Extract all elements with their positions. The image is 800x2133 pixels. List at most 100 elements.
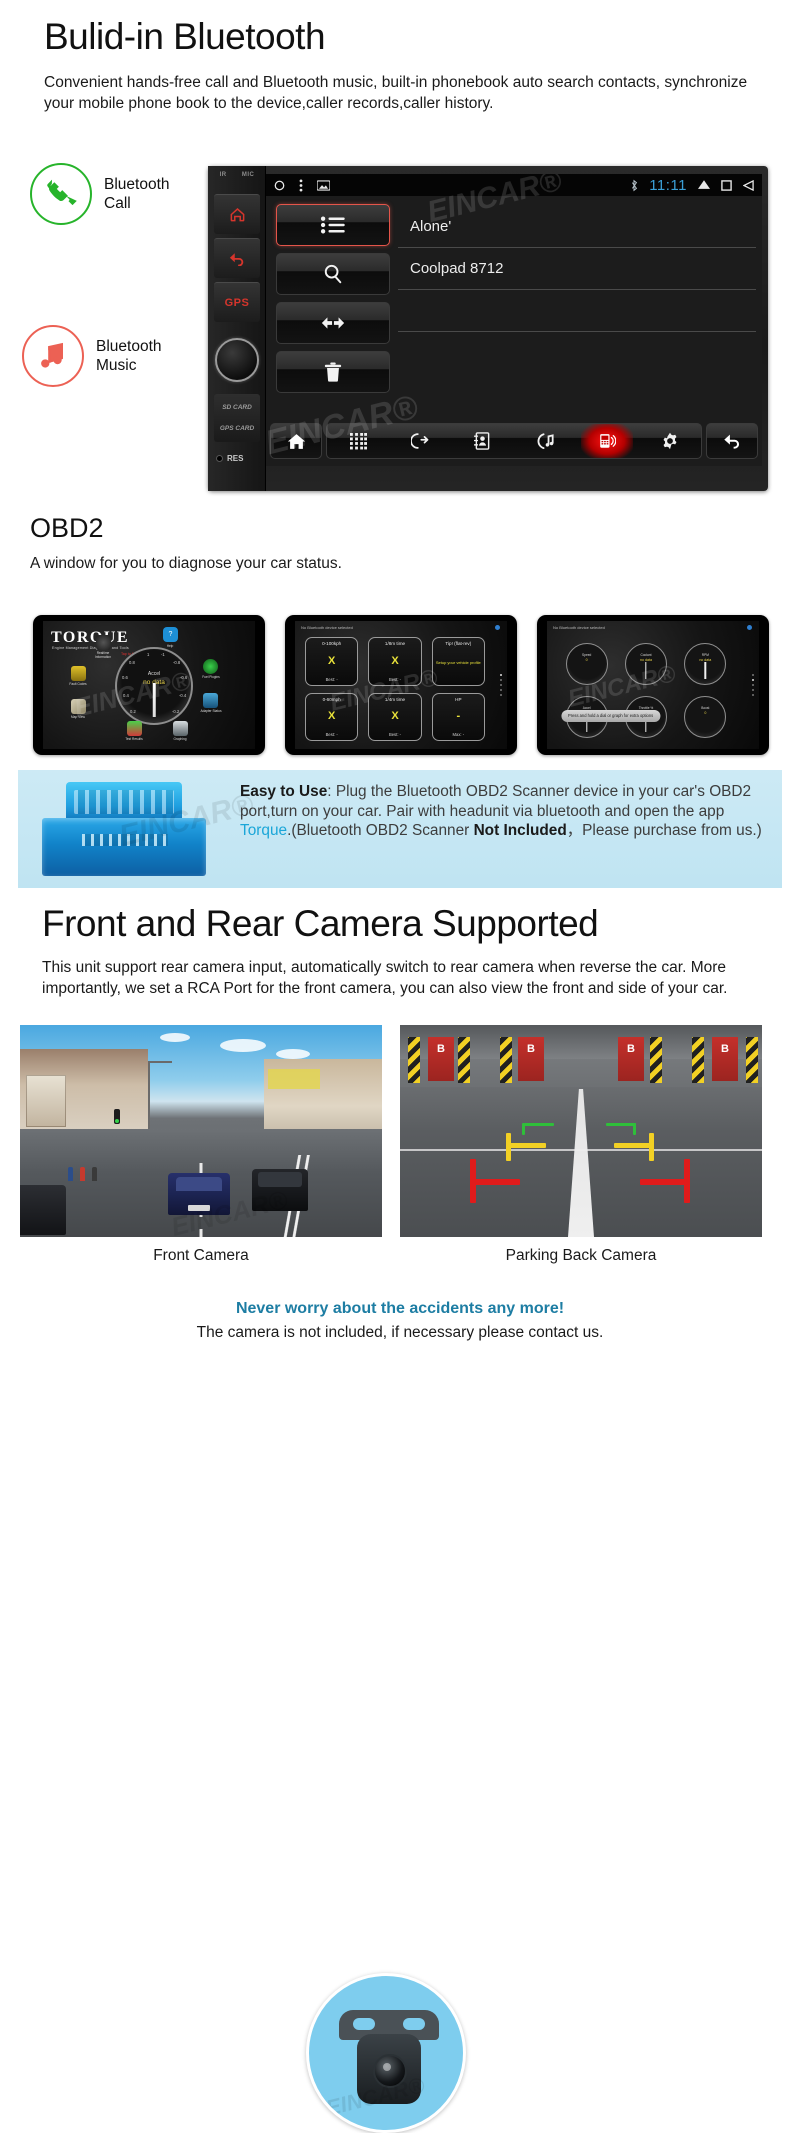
gauge-tick: -0.8	[173, 660, 181, 665]
gps-hw-button[interactable]: GPS	[214, 282, 260, 322]
accel-gauge: 1 -1 0.8 -0.8 0.6 -0.6 0.4 -0.4 0.2 -0.2…	[115, 647, 193, 725]
sd-card-label: SD CARD	[222, 404, 252, 411]
device-nav-icon[interactable]	[581, 424, 634, 458]
delete-tile[interactable]	[276, 351, 390, 393]
nav-home-button[interactable]	[270, 423, 322, 459]
gauge-dial[interactable]: Speed 0	[565, 642, 608, 685]
perf-title: Tip! (flat-rev)	[445, 641, 472, 646]
status-dot-icon	[495, 625, 500, 630]
list-item[interactable]: Coolpad 8712	[398, 248, 756, 290]
back-arrow-icon	[723, 434, 739, 449]
torque-icon-caption: Adapter Status	[200, 709, 222, 713]
keypad-nav-icon[interactable]	[338, 424, 378, 458]
gauge-tick: -0.2	[172, 709, 180, 714]
triangle-back-icon[interactable]	[743, 179, 754, 191]
paired-device-list: Alone' Coolpad 8712	[398, 204, 756, 418]
android-status-bar: 11:11	[266, 174, 762, 196]
perf-cell[interactable]: 1/4m time X Best: -	[368, 692, 422, 741]
obd2-screenshot-performance: No Bluetooth device selected 0-100kph X …	[285, 615, 517, 755]
realtime-information-icon[interactable]	[96, 635, 111, 650]
head-unit-left-panel: IR MIC GPS SD CARD GPS CARD RES	[208, 166, 266, 491]
call-music-nav-icon[interactable]	[525, 424, 565, 458]
gallery-icon[interactable]	[317, 179, 330, 191]
circle-icon[interactable]	[274, 180, 285, 191]
app-nav-bar	[270, 422, 758, 460]
gauge-tick: -0.4	[179, 693, 187, 698]
reversing-camera-icon: EINCAR®	[306, 1973, 466, 2133]
answer-call-nav-icon[interactable]	[400, 424, 440, 458]
perf-cell[interactable]: 0-100kph X Best: -	[305, 637, 359, 686]
map-view-icon[interactable]	[71, 699, 86, 714]
perf-value: X	[391, 654, 399, 667]
back-hw-button[interactable]	[214, 238, 260, 278]
fuel-plugins-icon[interactable]	[203, 659, 218, 674]
pair-tile[interactable]	[276, 302, 390, 344]
action-tile-column	[276, 204, 390, 418]
list-item[interactable]	[398, 290, 756, 332]
ir-mic-labels: IR MIC	[212, 172, 262, 178]
more-vertical-icon[interactable]	[299, 178, 303, 192]
gauge-dial[interactable]: Boost 0	[684, 695, 727, 738]
perf-cell[interactable]: 0-60mph X Best: -	[305, 692, 359, 741]
nav-icon-group	[326, 423, 702, 459]
parking-garage-scene: B B B B	[400, 1025, 762, 1237]
banner-text: Easy to Use: Plug the Bluetooth OBD2 Sca…	[240, 782, 774, 841]
obd2-screenshot-torque-home: TORQUE Engine Management Diagnostics and…	[33, 615, 265, 755]
perf-title: 1/8m time	[384, 641, 406, 646]
status-dot-icon	[747, 625, 752, 630]
settings-nav-icon[interactable]	[650, 424, 690, 458]
help-icon[interactable]: ?	[163, 627, 178, 642]
gps-card-label: GPS CARD	[219, 425, 255, 432]
reset-button[interactable]: RES	[216, 454, 264, 463]
list-item[interactable]: Alone'	[398, 206, 756, 248]
test-results-icon[interactable]	[127, 721, 142, 736]
perf-cell-tip[interactable]: Tip! (flat-rev) Setup your vehicle profi…	[431, 637, 485, 686]
feature-bluetooth-call: Bluetooth Call	[30, 163, 170, 225]
bluetooth-heading: Bulid-in Bluetooth	[44, 16, 326, 57]
perf-title: 0-100kph	[322, 641, 342, 646]
banner-text-3: ，Please purchase from us.)	[566, 822, 762, 840]
triangle-up-icon[interactable]	[698, 180, 710, 190]
pair-icon	[321, 317, 345, 329]
torque-icon-caption: Map View	[71, 715, 85, 719]
gauge-dial[interactable]: Coolant no data	[624, 642, 667, 685]
paired-list-tile[interactable]	[276, 204, 390, 246]
gauge-tick: 0.8	[129, 660, 135, 665]
easy-to-use-banner: Easy to Use: Plug the Bluetooth OBD2 Sca…	[18, 770, 782, 888]
volume-knob[interactable]	[215, 338, 259, 382]
square-icon[interactable]	[721, 179, 732, 191]
feature-bluetooth-music: Bluetooth Music	[22, 325, 162, 387]
phone-handset-icon	[30, 163, 92, 225]
adapter-status-icon[interactable]	[203, 693, 218, 708]
search-icon	[324, 264, 342, 284]
back-arrow-icon	[229, 253, 244, 266]
level-marker: B	[437, 1043, 445, 1055]
fault-codes-icon[interactable]	[71, 666, 86, 681]
gauge-needle	[152, 683, 156, 717]
lead-car	[168, 1173, 230, 1215]
bluetooth-icon	[630, 179, 638, 192]
gauge-tick: 0.2	[130, 709, 136, 714]
perf-cell[interactable]: HP - Max: -	[431, 692, 485, 741]
camera-description: This unit support rear camera input, aut…	[42, 959, 728, 998]
gear-icon	[663, 432, 677, 450]
perf-cell[interactable]: 1/8m time X Best: -	[368, 637, 422, 686]
reset-hole-icon	[216, 455, 223, 462]
perf-best: Best: -	[325, 676, 338, 682]
search-tile[interactable]	[276, 253, 390, 295]
garage-ceiling	[400, 1025, 762, 1059]
gauge-dial[interactable]: RPM no data	[684, 642, 727, 685]
graphing-icon[interactable]	[173, 721, 188, 736]
contacts-nav-icon[interactable]	[463, 424, 503, 458]
call-music-icon	[537, 433, 554, 449]
home-hw-button[interactable]	[214, 194, 260, 234]
home-icon	[287, 433, 305, 449]
nav-back-button[interactable]	[706, 423, 758, 459]
perf-value: X	[391, 710, 399, 723]
status-bar-clock: 11:11	[649, 176, 687, 194]
obd2-screenshot-dials: No Bluetooth device selected Speed 0 Coo…	[537, 615, 769, 755]
dial-label: Speed	[582, 652, 592, 657]
feature-label: Bluetooth Call	[104, 175, 170, 212]
perf-title: 0-60mph	[322, 696, 341, 702]
bluetooth-section: Bulid-in Bluetooth Convenient hands-free…	[0, 0, 800, 500]
